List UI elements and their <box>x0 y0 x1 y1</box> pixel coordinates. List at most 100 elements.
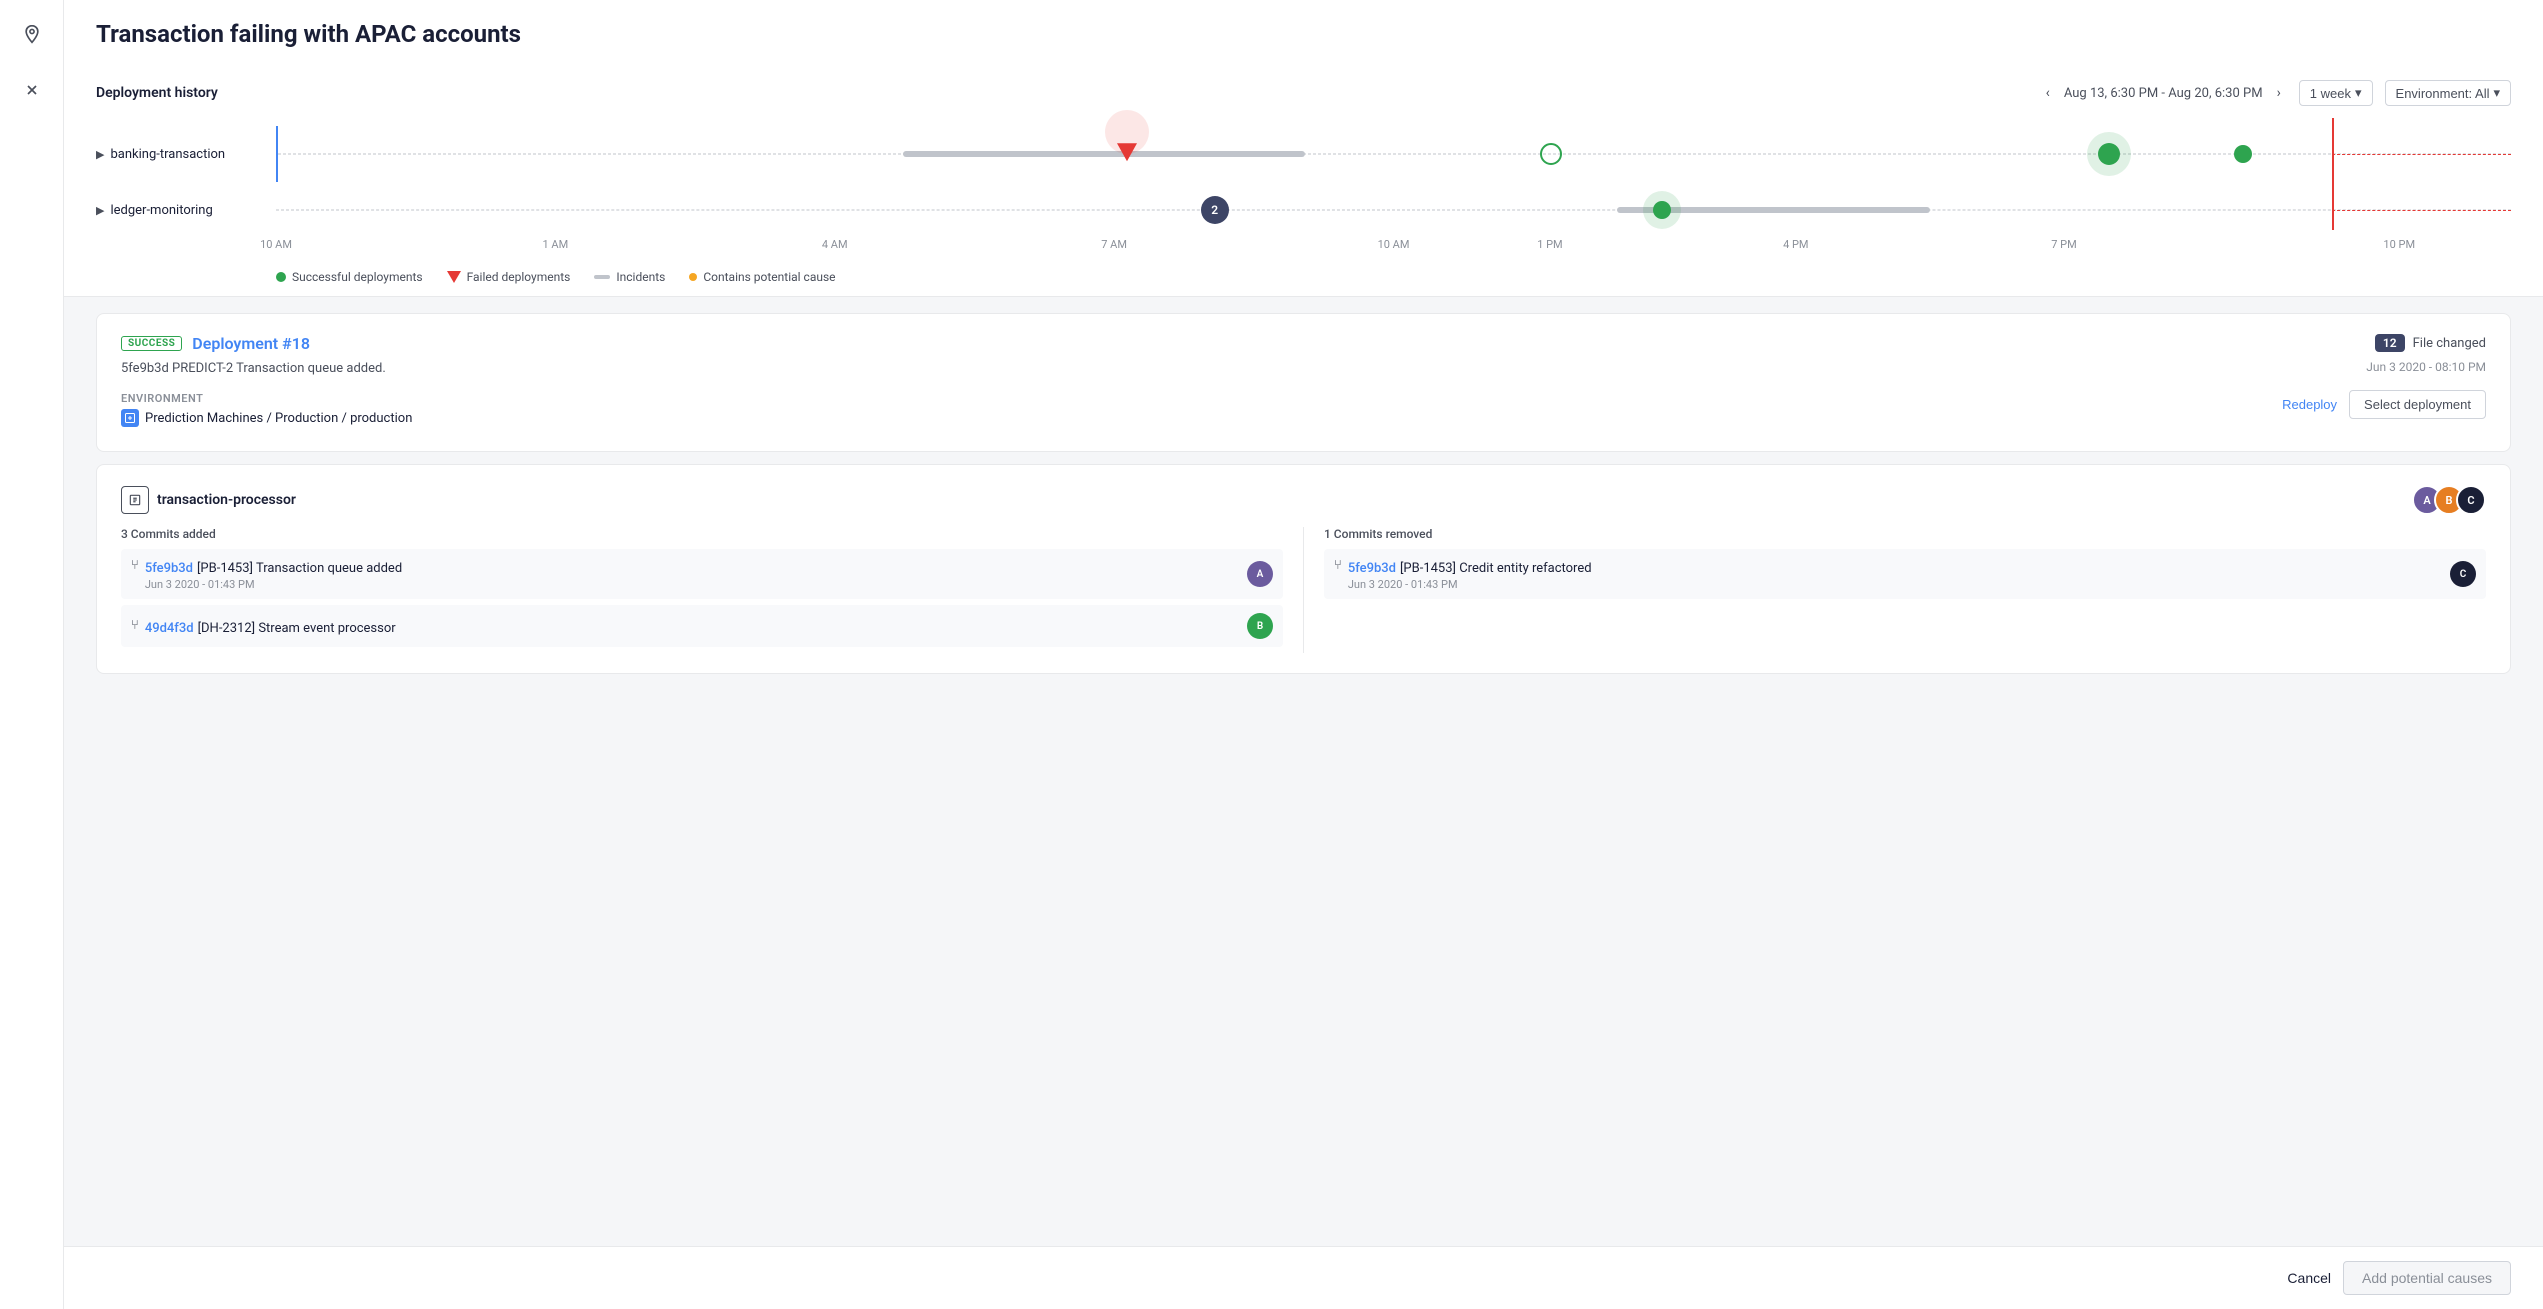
processor-header: transaction-processor A B C <box>121 485 2486 515</box>
page-footer: Cancel Add potential causes <box>64 1246 2543 1309</box>
commits-section: 3 Commits added ⑂ 5fe9b3d [PB-1453] Tran… <box>121 527 2486 653</box>
future-dashed-2 <box>2332 210 2511 211</box>
pin-icon[interactable] <box>16 18 48 50</box>
prev-arrow[interactable]: ‹ <box>2040 83 2056 103</box>
select-deployment-button[interactable]: Select deployment <box>2349 390 2486 419</box>
commit-message-removed-1: [PB-1453] Credit entity refactored <box>1400 561 1592 576</box>
current-time-line-2 <box>2332 174 2334 230</box>
commit-hash-2[interactable]: 49d4f3d <box>145 621 194 636</box>
legend-potential-cause: Contains potential cause <box>689 270 835 284</box>
commit-message-2: [DH-2312] Stream event processor <box>198 621 396 636</box>
commit-date-removed-1: Jun 3 2020 - 01:43 PM <box>1348 578 1592 591</box>
files-changed: 12 File changed <box>2375 334 2486 352</box>
commits-removed-header: 1 Commits removed <box>1324 527 2486 541</box>
avatar-3: C <box>2456 485 2486 515</box>
commit-hash-1[interactable]: 5fe9b3d <box>145 561 193 576</box>
deployment-card: SUCCESS Deployment #18 5fe9b3d PREDICT-2… <box>96 313 2511 452</box>
commits-added-col: 3 Commits added ⑂ 5fe9b3d [PB-1453] Tran… <box>121 527 1304 653</box>
commit-avatar-2: B <box>1247 613 1273 639</box>
deployment-history-section: Deployment history ‹ Aug 13, 6:30 PM - A… <box>64 64 2543 297</box>
page-title: Transaction failing with APAC accounts <box>96 20 2511 48</box>
time-label-4: 7 AM <box>1101 238 1127 251</box>
time-label-5: 10 AM <box>1378 238 1410 251</box>
commit-info-1: 5fe9b3d [PB-1453] Transaction queue adde… <box>145 557 402 591</box>
date-navigation: ‹ Aug 13, 6:30 PM - Aug 20, 6:30 PM › <box>2040 83 2287 103</box>
deployment-title[interactable]: Deployment #18 <box>192 334 310 353</box>
banking-chart-area <box>276 126 2511 182</box>
chevron-down-icon-env: ▾ <box>2493 85 2500 101</box>
legend-failed-label: Failed deployments <box>467 270 571 284</box>
processor-card: transaction-processor A B C 3 Commits ad… <box>96 464 2511 674</box>
legend-incidents-label: Incidents <box>616 270 665 284</box>
sidebar <box>0 0 64 1309</box>
commit-icon-removed-1: ⑂ <box>1334 558 1342 573</box>
commit-left-1: ⑂ 5fe9b3d [PB-1453] Transaction queue ad… <box>131 557 402 591</box>
banking-transaction-label[interactable]: ▶ banking-transaction <box>96 147 276 162</box>
env-section: Environment Prediction Machines / Produc… <box>121 392 412 427</box>
commit-icon-2: ⑂ <box>131 618 139 633</box>
commit-item-2: ⑂ 49d4f3d [DH-2312] Stream event process… <box>121 605 1283 647</box>
next-arrow[interactable]: › <box>2271 83 2287 103</box>
files-date: Jun 3 2020 - 08:10 PM <box>2366 360 2486 374</box>
failed-triangle-1 <box>1117 143 1137 161</box>
header-controls: ‹ Aug 13, 6:30 PM - Aug 20, 6:30 PM › 1 … <box>2040 80 2511 106</box>
legend-incidents-bar <box>594 275 610 279</box>
add-causes-button[interactable]: Add potential causes <box>2343 1261 2511 1295</box>
time-axis: 10 AM 1 AM 4 AM 7 AM 10 AM 1 PM 4 PM 7 P… <box>276 238 2511 258</box>
commit-item-1: ⑂ 5fe9b3d [PB-1453] Transaction queue ad… <box>121 549 1283 599</box>
commit-item-removed-1: ⑂ 5fe9b3d [PB-1453] Credit entity refact… <box>1324 549 2486 599</box>
environment-dropdown[interactable]: Environment: All ▾ <box>2385 80 2511 106</box>
page-header: Transaction failing with APAC accounts <box>64 0 2543 64</box>
commit-hash-removed-1[interactable]: 5fe9b3d <box>1348 561 1396 576</box>
dashed-line-1 <box>278 154 2511 155</box>
commit-message-1: [PB-1453] Transaction queue added <box>197 561 402 576</box>
files-count: 12 <box>2375 334 2405 352</box>
legend-failed-triangle <box>447 271 461 283</box>
expand-icon-ledger: ▶ <box>96 204 104 217</box>
success-dot-large-1 <box>2098 143 2120 165</box>
deployment-card-left: SUCCESS Deployment #18 5fe9b3d PREDICT-2… <box>121 334 412 427</box>
redeploy-button[interactable]: Redeploy <box>2282 397 2337 412</box>
legend-incidents: Incidents <box>594 270 665 284</box>
commits-added-header: 3 Commits added <box>121 527 1283 541</box>
time-label-6: 1 PM <box>1537 238 1562 251</box>
period-dropdown[interactable]: 1 week ▾ <box>2299 80 2373 106</box>
processor-title-row: transaction-processor <box>121 486 296 514</box>
commits-removed-col: 1 Commits removed ⑂ 5fe9b3d [PB-1453] Cr… <box>1304 527 2486 653</box>
dashed-line-2 <box>276 210 2511 211</box>
commit-date-1: Jun 3 2020 - 01:43 PM <box>145 578 402 591</box>
chart-rows: ▶ banking-transaction <box>96 126 2511 238</box>
deployment-card-right: 12 File changed Jun 3 2020 - 08:10 PM Re… <box>2282 334 2486 419</box>
success-badge: SUCCESS <box>121 336 182 351</box>
files-label: File changed <box>2413 336 2486 351</box>
cancel-button[interactable]: Cancel <box>2287 1270 2331 1286</box>
legend-success-label: Successful deployments <box>292 270 423 284</box>
chevron-down-icon: ▾ <box>2355 85 2362 101</box>
commit-avatar-1: A <box>1247 561 1273 587</box>
incident-bar-1 <box>903 151 1305 157</box>
date-range-label: Aug 13, 6:30 PM - Aug 20, 6:30 PM <box>2064 86 2263 101</box>
commit-icon-1: ⑂ <box>131 558 139 573</box>
ledger-monitoring-label[interactable]: ▶ ledger-monitoring <box>96 203 276 218</box>
commit-info-2: 49d4f3d [DH-2312] Stream event processor <box>145 617 396 636</box>
success-dot-ledger <box>1653 201 1671 219</box>
main-content: Transaction failing with APAC accounts D… <box>64 0 2543 1309</box>
legend-potential-dot <box>689 273 697 281</box>
close-icon[interactable] <box>16 74 48 106</box>
success-dot-2 <box>2234 145 2252 163</box>
processor-name: transaction-processor <box>157 492 296 508</box>
card-actions: Redeploy Select deployment <box>2282 390 2486 419</box>
chart-legend: Successful deployments Failed deployment… <box>96 262 2511 296</box>
number-badge-2: 2 <box>1201 196 1229 224</box>
chart-row-ledger: ▶ ledger-monitoring 2 <box>96 182 2511 238</box>
time-label-1: 10 AM <box>260 238 292 251</box>
time-label-9: 10 PM <box>2383 238 2415 251</box>
legend-success: Successful deployments <box>276 270 423 284</box>
section-title: Deployment history <box>96 85 218 101</box>
commit-info-removed-1: 5fe9b3d [PB-1453] Credit entity refactor… <box>1348 557 1592 591</box>
env-icon <box>121 409 139 427</box>
legend-failed: Failed deployments <box>447 270 571 284</box>
time-label-8: 7 PM <box>2051 238 2076 251</box>
expand-icon-banking: ▶ <box>96 148 104 161</box>
section-header: Deployment history ‹ Aug 13, 6:30 PM - A… <box>96 80 2511 106</box>
